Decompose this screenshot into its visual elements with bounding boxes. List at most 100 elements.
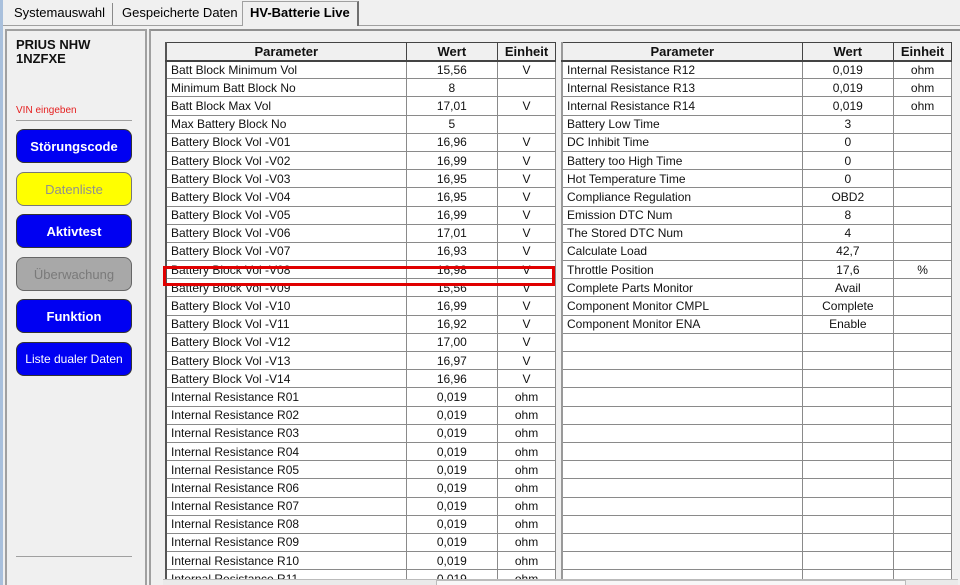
value-cell: 17,6: [801, 260, 895, 280]
value-cell: 17,01: [405, 96, 499, 116]
datenliste-button[interactable]: Datenliste: [16, 172, 132, 206]
value-cell: Avail: [801, 278, 895, 298]
tab-gespeicherte-daten[interactable]: Gespeicherte Daten: [115, 3, 246, 25]
value-cell: 4: [801, 223, 895, 243]
table-row[interactable]: Max Battery Block No 5: [165, 114, 556, 134]
table-row[interactable]: Battery Block Vol -V06 17,01 V: [165, 223, 556, 243]
value-cell: 16,96: [405, 132, 499, 152]
ueberwachung-button[interactable]: Überwachung: [16, 257, 132, 291]
table-row[interactable]: Battery Block Vol -V02 16,99 V: [165, 150, 556, 171]
table-row[interactable]: Battery too High Time 0: [561, 150, 952, 171]
table-row[interactable]: Battery Block Vol -V05 16,99 V: [165, 205, 556, 225]
value-cell: Enable: [801, 314, 895, 334]
table-row[interactable]: [561, 514, 952, 534]
table-row[interactable]: Internal Resistance R01 0,019 ohm: [165, 387, 556, 407]
table-row[interactable]: Battery Low Time 3: [561, 114, 952, 134]
table-row[interactable]: Internal Resistance R08 0,019 ohm: [165, 514, 556, 534]
table-row[interactable]: Minimum Batt Block No 8: [165, 78, 556, 98]
table-row[interactable]: Internal Resistance R06 0,019 ohm: [165, 478, 556, 498]
unit-cell: [893, 332, 952, 353]
table-row[interactable]: [561, 496, 952, 516]
table-row[interactable]: Component Monitor ENA Enable: [561, 314, 952, 334]
table-header-row: Parameter Wert Einheit: [561, 42, 952, 62]
table-row[interactable]: Battery Block Vol -V07 16,93 V: [165, 241, 556, 262]
unit-cell: [893, 496, 952, 516]
table-row[interactable]: Battery Block Vol -V01 16,96 V: [165, 132, 556, 152]
table-row[interactable]: Battery Block Vol -V12 17,00 V: [165, 332, 556, 353]
table-row[interactable]: Internal Resistance R12 0,019 ohm: [561, 59, 952, 80]
table-row[interactable]: Calculate Load 42,7: [561, 241, 952, 262]
table-row[interactable]: Component Monitor CMPL Complete: [561, 296, 952, 316]
table-row[interactable]: Internal Resistance R03 0,019 ohm: [165, 423, 556, 443]
table-row[interactable]: Battery Block Vol -V09 15,56 V: [165, 278, 556, 298]
column-header-parameter[interactable]: Parameter: [165, 42, 407, 62]
table-row[interactable]: [561, 478, 952, 498]
column-header-einheit[interactable]: Einheit: [893, 42, 952, 62]
unit-cell: [893, 478, 952, 498]
unit-cell: V: [497, 223, 556, 243]
table-row[interactable]: [561, 460, 952, 480]
table-row[interactable]: Throttle Position 17,6%: [561, 260, 952, 280]
table-row[interactable]: Internal Resistance R09 0,019 ohm: [165, 532, 556, 553]
table-row[interactable]: Emission DTC Num 8: [561, 205, 952, 225]
unit-cell: V: [497, 169, 556, 189]
table-row[interactable]: Battery Block Vol -V14 16,96 V: [165, 369, 556, 389]
table-row[interactable]: Compliance Regulation OBD2: [561, 187, 952, 207]
column-header-wert[interactable]: Wert: [801, 42, 895, 62]
table-row[interactable]: Internal Resistance R05 0,019 ohm: [165, 460, 556, 480]
table-row[interactable]: [561, 369, 952, 389]
table-row[interactable]: [561, 423, 952, 443]
table-row[interactable]: Internal Resistance R13 0,019 ohm: [561, 78, 952, 98]
unit-cell: V: [497, 369, 556, 389]
table-row[interactable]: [561, 532, 952, 553]
horizontal-scrollbar[interactable]: [163, 579, 958, 585]
table-row[interactable]: Battery Block Vol -V10 16,99 V: [165, 296, 556, 316]
table-row[interactable]: Hot Temperature Time 0: [561, 169, 952, 189]
parameter-cell: Internal Resistance R14: [561, 96, 803, 116]
table-row[interactable]: [561, 551, 952, 571]
table-row[interactable]: [561, 387, 952, 407]
table-row[interactable]: Internal Resistance R04 0,019 ohm: [165, 441, 556, 462]
table-row[interactable]: [561, 441, 952, 462]
parameter-cell: [561, 551, 803, 571]
value-cell: [801, 478, 895, 498]
funktion-button[interactable]: Funktion: [16, 299, 132, 333]
parameter-cell: [561, 532, 803, 553]
scrollbar-thumb[interactable]: [436, 580, 906, 585]
table-row[interactable]: Internal Resistance R07 0,019 ohm: [165, 496, 556, 516]
table-row[interactable]: Battery Block Vol -V11 16,92 V: [165, 314, 556, 334]
liste-dualer-daten-button[interactable]: Liste dualer Daten: [16, 342, 132, 376]
table-row[interactable]: The Stored DTC Num 4: [561, 223, 952, 243]
table-row[interactable]: Battery Block Vol -V04 16,95 V: [165, 187, 556, 207]
vin-input-link[interactable]: VIN eingeben: [16, 105, 77, 116]
unit-cell: V: [497, 350, 556, 371]
tab-hv-batterie-live[interactable]: HV-Batterie Live: [242, 1, 359, 26]
table-row[interactable]: Battery Block Vol -V03 16,95 V: [165, 169, 556, 189]
parameter-cell: [561, 423, 803, 443]
column-header-parameter[interactable]: Parameter: [561, 42, 803, 62]
column-header-einheit[interactable]: Einheit: [497, 42, 556, 62]
value-cell: 0,019: [405, 405, 499, 425]
value-cell: 16,99: [405, 150, 499, 171]
aktivtest-button[interactable]: Aktivtest: [16, 214, 132, 248]
unit-cell: [893, 132, 952, 152]
parameter-cell: Internal Resistance R07: [165, 496, 407, 516]
table-row[interactable]: Batt Block Max Vol 17,01 V: [165, 96, 556, 116]
value-cell: 16,95: [405, 187, 499, 207]
column-header-wert[interactable]: Wert: [405, 42, 499, 62]
table-row[interactable]: [561, 405, 952, 425]
table-row[interactable]: Batt Block Minimum Vol 15,56 V: [165, 59, 556, 80]
table-row[interactable]: Internal Resistance R14 0,019 ohm: [561, 96, 952, 116]
tab-systemauswahl[interactable]: Systemauswahl: [7, 3, 114, 25]
table-row[interactable]: Internal Resistance R02 0,019 ohm: [165, 405, 556, 425]
unit-cell: ohm: [497, 405, 556, 425]
value-cell: [801, 387, 895, 407]
table-row[interactable]: [561, 332, 952, 353]
table-row[interactable]: Internal Resistance R10 0,019 ohm: [165, 551, 556, 571]
table-row[interactable]: [561, 350, 952, 371]
table-row[interactable]: Battery Block Vol -V13 16,97 V: [165, 350, 556, 371]
table-row[interactable]: Battery Block Vol -V08 16,98 V: [165, 260, 556, 280]
table-row[interactable]: Complete Parts Monitor Avail: [561, 278, 952, 298]
stoerungscode-button[interactable]: Störungscode: [16, 129, 132, 163]
table-row[interactable]: DC Inhibit Time 0: [561, 132, 952, 152]
